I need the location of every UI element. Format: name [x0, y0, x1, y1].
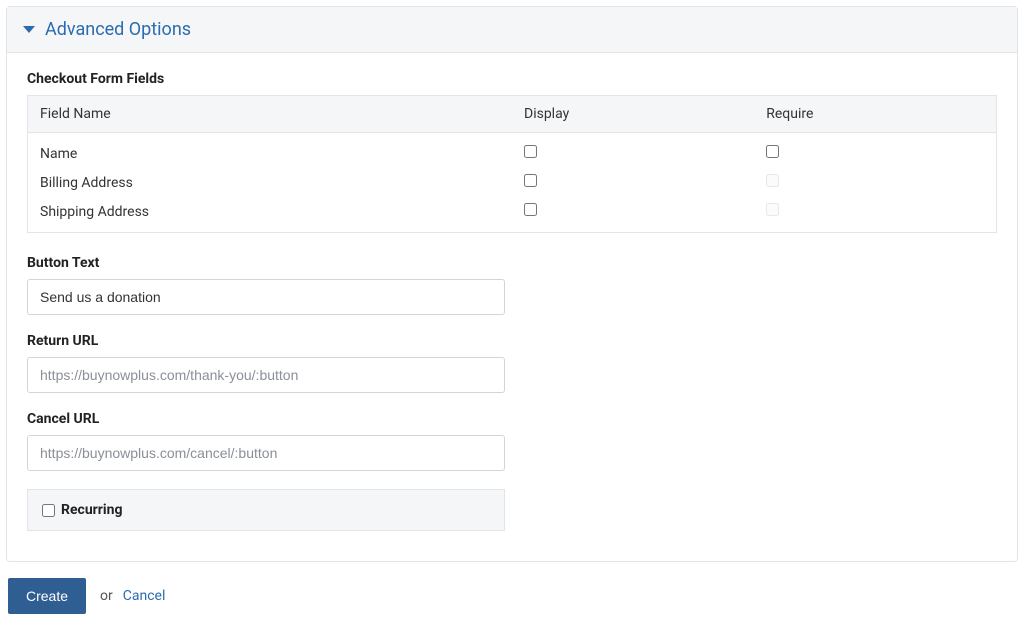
checkout-fields-table: Field Name Display Require Name Billing … — [27, 95, 997, 233]
col-require: Require — [754, 96, 996, 133]
button-text-input[interactable] — [27, 279, 505, 315]
col-display: Display — [512, 96, 754, 133]
panel-body: Checkout Form Fields Field Name Display … — [7, 53, 1017, 561]
cancel-url-input[interactable] — [27, 435, 505, 471]
checkout-form-fields-label: Checkout Form Fields — [27, 71, 997, 87]
caret-down-icon — [23, 26, 35, 33]
display-checkbox-billing[interactable] — [524, 174, 537, 187]
recurring-box: Recurring — [27, 489, 505, 531]
display-checkbox-name[interactable] — [524, 145, 537, 158]
require-checkbox-name[interactable] — [766, 145, 779, 158]
recurring-label: Recurring — [61, 502, 122, 518]
display-checkbox-shipping[interactable] — [524, 203, 537, 216]
cancel-url-label: Cancel URL — [27, 411, 997, 427]
advanced-options-toggle[interactable]: Advanced Options — [7, 7, 1017, 53]
field-name-cell: Shipping Address — [28, 197, 513, 233]
create-button[interactable]: Create — [8, 578, 86, 614]
recurring-checkbox[interactable] — [42, 504, 55, 517]
return-url-input[interactable] — [27, 357, 505, 393]
field-name-cell: Name — [28, 133, 513, 169]
table-row: Name — [28, 133, 997, 169]
table-row: Billing Address — [28, 168, 997, 197]
button-text-label: Button Text — [27, 255, 997, 271]
cancel-link[interactable]: Cancel — [123, 588, 166, 604]
require-checkbox-shipping — [766, 203, 779, 216]
require-checkbox-billing — [766, 174, 779, 187]
return-url-label: Return URL — [27, 333, 997, 349]
panel-title: Advanced Options — [45, 19, 191, 40]
table-row: Shipping Address — [28, 197, 997, 233]
or-text: or — [100, 588, 113, 604]
col-field-name: Field Name — [28, 96, 513, 133]
advanced-options-panel: Advanced Options Checkout Form Fields Fi… — [6, 6, 1018, 562]
footer-actions: Create or Cancel — [6, 578, 1018, 614]
field-name-cell: Billing Address — [28, 168, 513, 197]
